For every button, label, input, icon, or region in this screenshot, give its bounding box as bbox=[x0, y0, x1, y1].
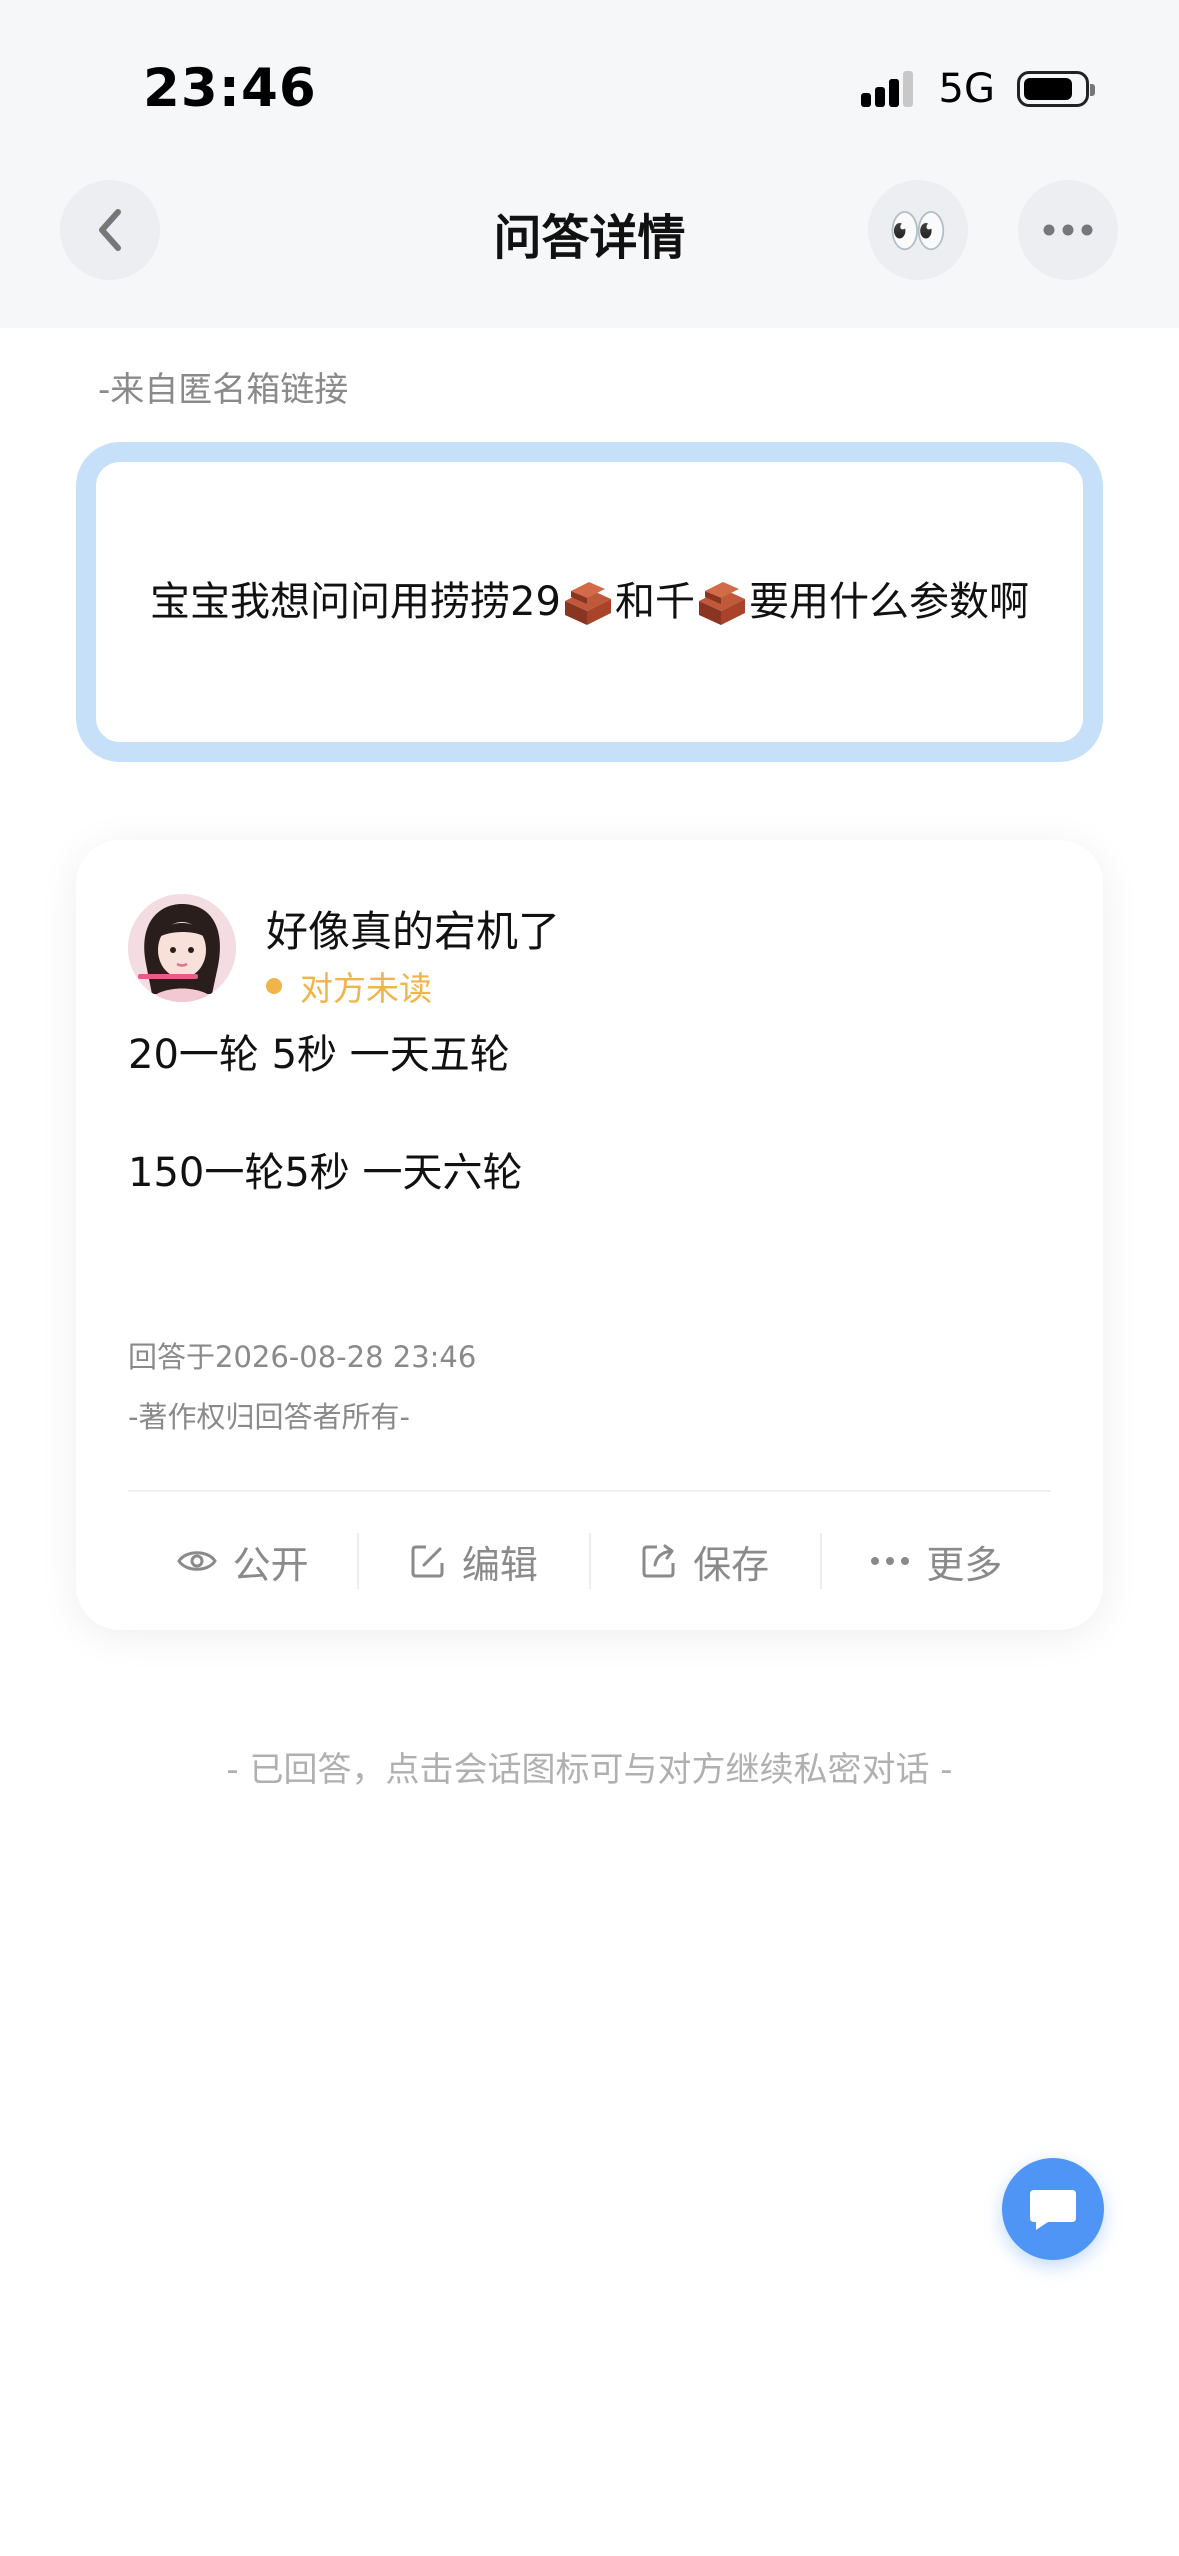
footer-hint: - 已回答，点击会话图标可与对方继续私密对话 - bbox=[226, 1750, 953, 1790]
eyes-button[interactable]: 👀 bbox=[868, 180, 968, 280]
copyright-note: -著作权归回答者所有- bbox=[128, 1400, 410, 1434]
question-text-part1: 宝宝我想问问用捞捞29 bbox=[150, 579, 561, 625]
edit-button[interactable]: 编辑 bbox=[359, 1534, 588, 1589]
edit-icon bbox=[411, 1545, 444, 1578]
answer-line-1: 20一轮 5秒 一天五轮 bbox=[128, 1032, 510, 1078]
answer-card: 好像真的宕机了 对方未读 20一轮 5秒 一天五轮 150一轮5秒 一天六轮 回… bbox=[76, 840, 1103, 1630]
eye-icon bbox=[176, 1551, 217, 1571]
more-button[interactable] bbox=[1018, 180, 1118, 280]
carrier-label: 5G bbox=[938, 66, 995, 112]
answer-line-2: 150一轮5秒 一天六轮 bbox=[128, 1150, 523, 1196]
more-label: 更多 bbox=[926, 1542, 1003, 1587]
question-source: -来自匿名箱链接 bbox=[98, 370, 349, 410]
ellipsis-icon bbox=[1043, 224, 1093, 236]
action-bar: 公开 编辑 保存 更多 bbox=[128, 1492, 1051, 1630]
save-button[interactable]: 保存 bbox=[591, 1534, 820, 1589]
brick-icon bbox=[698, 582, 745, 625]
battery-icon bbox=[1017, 71, 1095, 107]
author-name: 好像真的宕机了 bbox=[266, 907, 561, 956]
edit-label: 编辑 bbox=[461, 1542, 538, 1587]
avatar-image bbox=[128, 894, 236, 1002]
page-title: 问答详情 bbox=[493, 210, 686, 266]
ellipsis-icon bbox=[871, 1557, 910, 1565]
question-text-part3: 要用什么参数啊 bbox=[748, 579, 1029, 625]
question-text: 宝宝我想问问用捞捞29 和千 要用什么参数啊 bbox=[150, 571, 1029, 633]
question-card: 宝宝我想问问用捞捞29 和千 要用什么参数啊 bbox=[76, 442, 1103, 762]
avatar[interactable] bbox=[128, 894, 236, 1002]
signal-icon bbox=[860, 71, 913, 107]
public-button[interactable]: 公开 bbox=[128, 1534, 357, 1589]
status-right: 5G bbox=[860, 66, 1095, 112]
answered-time: 回答于2026-08-28 23:46 bbox=[128, 1340, 477, 1374]
chat-bubble-icon bbox=[1030, 2190, 1076, 2230]
top-bar bbox=[0, 0, 1179, 328]
public-label: 公开 bbox=[232, 1542, 309, 1587]
status-time: 23:46 bbox=[143, 58, 317, 119]
more-actions-button[interactable]: 更多 bbox=[822, 1534, 1051, 1589]
share-icon bbox=[642, 1544, 675, 1578]
question-text-part2: 和千 bbox=[614, 579, 695, 625]
brick-icon bbox=[564, 582, 611, 625]
unread-dot-icon bbox=[266, 978, 282, 994]
eyes-icon: 👀 bbox=[888, 202, 948, 259]
save-label: 保存 bbox=[693, 1542, 770, 1587]
chat-button[interactable] bbox=[1002, 2158, 1104, 2260]
read-status: 对方未读 bbox=[266, 962, 432, 1010]
read-status-label: 对方未读 bbox=[300, 969, 432, 1008]
